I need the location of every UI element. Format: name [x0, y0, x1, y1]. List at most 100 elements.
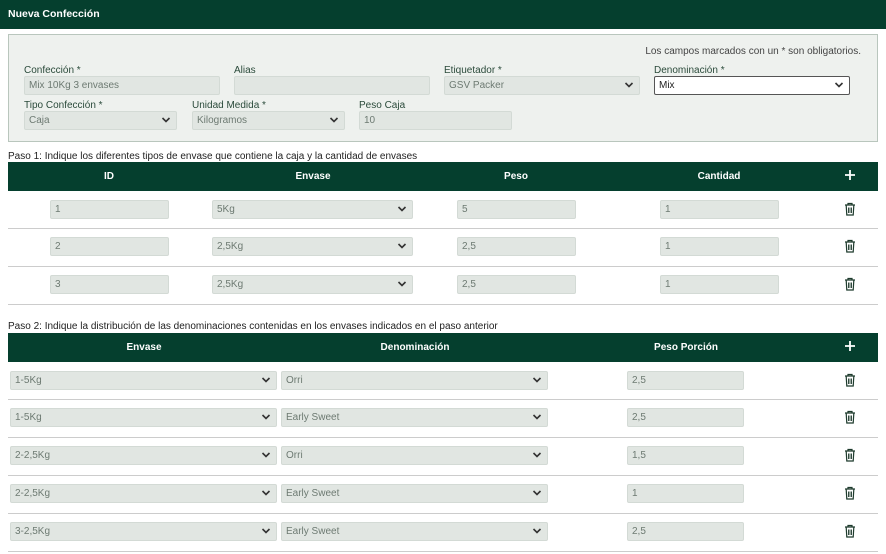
delete-trash-icon[interactable]	[844, 239, 856, 253]
envase-value: 2-2,5Kg	[15, 450, 51, 461]
id-input[interactable]: 3	[50, 275, 169, 294]
column-header-peso-porcion: Peso Porción	[654, 342, 718, 353]
confeccion-label: Confección *	[24, 65, 81, 76]
tipo-confeccion-label: Tipo Confección *	[24, 100, 103, 111]
envase-select[interactable]: 2-2,5Kg	[10, 484, 277, 503]
delete-trash-icon[interactable]	[844, 524, 856, 538]
peso-input[interactable]: 2,5	[457, 237, 576, 256]
peso-input[interactable]: 2,5	[457, 275, 576, 294]
required-fields-note: Los campos marcados con un * son obligat…	[645, 46, 861, 57]
column-header-cantidad: Cantidad	[697, 171, 741, 182]
envase-select[interactable]: 1-5Kg	[10, 408, 277, 427]
denominacion-value: Orri	[286, 450, 303, 461]
chevron-down-icon	[532, 375, 542, 385]
envase-select[interactable]: 2-2,5Kg	[10, 446, 277, 465]
step1-table-header: ID Envase Peso Cantidad	[8, 162, 878, 191]
column-header-denominacion: Denominación	[380, 342, 450, 353]
delete-trash-icon[interactable]	[844, 202, 856, 216]
column-header-envase: Envase	[295, 171, 331, 182]
table-row: 1-5Kg Orri 2,5	[8, 362, 878, 400]
denominacion-value: Orri	[286, 375, 303, 386]
chevron-down-icon	[261, 488, 271, 498]
chevron-down-icon	[834, 80, 844, 90]
unidad-medida-select[interactable]: Kilogramos	[192, 111, 345, 130]
envase-select[interactable]: 2,5Kg	[212, 275, 413, 294]
peso-porcion-input[interactable]: 1	[627, 484, 744, 503]
delete-trash-icon[interactable]	[844, 448, 856, 462]
table-row: 2-2,5Kg Early Sweet 1	[8, 476, 878, 514]
chevron-down-icon	[261, 412, 271, 422]
envase-value: 3-2,5Kg	[15, 526, 51, 537]
step2-title: Paso 2: Indique la distribución de las d…	[8, 321, 498, 332]
chevron-down-icon	[261, 450, 271, 460]
cantidad-input[interactable]: 1	[660, 237, 779, 256]
alias-label: Alias	[234, 65, 256, 76]
id-input[interactable]: 1	[50, 200, 169, 219]
add-envase-plus-icon[interactable]	[843, 168, 857, 182]
etiquetador-select[interactable]: GSV Packer	[444, 76, 640, 95]
envase-select[interactable]: 3-2,5Kg	[10, 522, 277, 541]
table-row: 3 2,5Kg 2,5 1	[8, 267, 878, 305]
denominacion-select[interactable]: Early Sweet	[281, 522, 548, 541]
denominacion-select[interactable]: Mix	[654, 76, 850, 95]
delete-trash-icon[interactable]	[844, 277, 856, 291]
peso-porcion-input[interactable]: 1,5	[627, 446, 744, 465]
peso-porcion-input[interactable]: 2,5	[627, 522, 744, 541]
add-distribution-plus-icon[interactable]	[843, 339, 857, 353]
peso-porcion-input[interactable]: 2,5	[627, 371, 744, 390]
column-header-peso: Peso	[504, 171, 528, 182]
chevron-down-icon	[397, 279, 407, 289]
chevron-down-icon	[261, 375, 271, 385]
tipo-confeccion-select[interactable]: Caja	[24, 111, 177, 130]
chevron-down-icon	[397, 241, 407, 251]
peso-caja-input[interactable]: 10	[359, 111, 512, 130]
chevron-down-icon	[329, 115, 339, 125]
delete-trash-icon[interactable]	[844, 373, 856, 387]
denominacion-select[interactable]: Early Sweet	[281, 484, 548, 503]
chevron-down-icon	[397, 204, 407, 214]
title-bar: Nueva Confección	[0, 0, 886, 29]
chevron-down-icon	[532, 488, 542, 498]
alias-input[interactable]	[234, 76, 430, 95]
envase-value: 1-5Kg	[15, 412, 42, 423]
denominacion-value: Early Sweet	[286, 488, 340, 499]
delete-trash-icon[interactable]	[844, 486, 856, 500]
chevron-down-icon	[532, 526, 542, 536]
denominacion-label: Denominación *	[654, 65, 725, 76]
column-header-envase: Envase	[126, 342, 162, 353]
etiquetador-label: Etiquetador *	[444, 65, 502, 76]
peso-caja-label: Peso Caja	[359, 100, 406, 111]
tipo-confeccion-value: Caja	[29, 115, 50, 126]
cantidad-input[interactable]: 1	[660, 200, 779, 219]
confeccion-input[interactable]: Mix 10Kg 3 envases	[24, 76, 220, 95]
denominacion-select[interactable]: Orri	[281, 446, 548, 465]
column-header-id: ID	[104, 171, 114, 182]
denominacion-value: Early Sweet	[286, 412, 340, 423]
envase-value: 5Kg	[217, 204, 235, 215]
denominacion-select[interactable]: Orri	[281, 371, 548, 390]
step1-title: Paso 1: Indique los diferentes tipos de …	[8, 151, 418, 162]
chevron-down-icon	[624, 80, 634, 90]
table-row: 1 5Kg 5 1	[8, 191, 878, 229]
peso-input[interactable]: 5	[457, 200, 576, 219]
envase-select[interactable]: 2,5Kg	[212, 237, 413, 256]
envase-select[interactable]: 1-5Kg	[10, 371, 277, 390]
cantidad-input[interactable]: 1	[660, 275, 779, 294]
envase-value: 2,5Kg	[217, 241, 244, 252]
chevron-down-icon	[261, 526, 271, 536]
table-row: 2 2,5Kg 2,5 1	[8, 229, 878, 267]
chevron-down-icon	[532, 412, 542, 422]
unidad-medida-label: Unidad Medida *	[192, 100, 266, 111]
etiquetador-value: GSV Packer	[449, 80, 505, 91]
chevron-down-icon	[161, 115, 171, 125]
envase-select[interactable]: 5Kg	[212, 200, 413, 219]
id-input[interactable]: 2	[50, 237, 169, 256]
denominacion-select[interactable]: Early Sweet	[281, 408, 548, 427]
denominacion-value: Mix	[659, 80, 675, 91]
chevron-down-icon	[532, 450, 542, 460]
table-row: 1-5Kg Early Sweet 2,5	[8, 400, 878, 438]
envase-value: 1-5Kg	[15, 375, 42, 386]
unidad-medida-value: Kilogramos	[197, 115, 248, 126]
delete-trash-icon[interactable]	[844, 410, 856, 424]
peso-porcion-input[interactable]: 2,5	[627, 408, 744, 427]
